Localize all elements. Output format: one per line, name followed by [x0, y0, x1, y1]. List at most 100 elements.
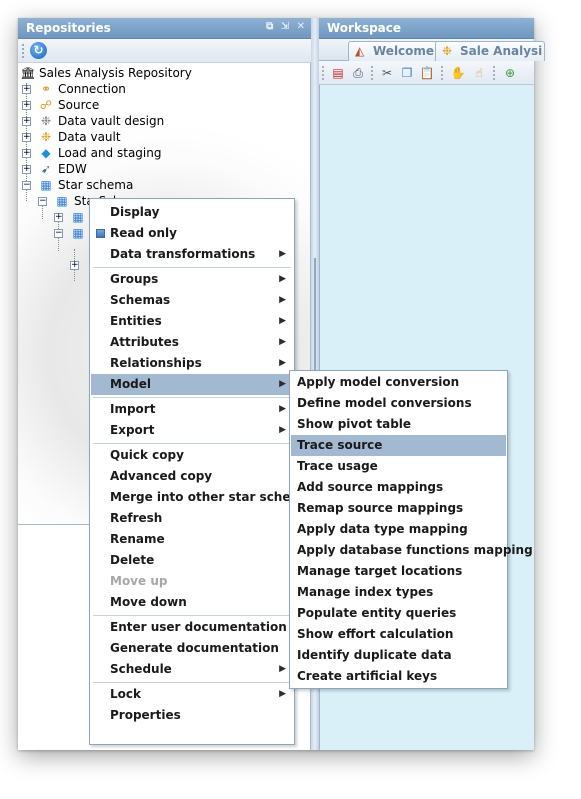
menu-item-properties[interactable]: Properties — [91, 705, 293, 726]
menu-item-label: Create artificial keys — [297, 669, 438, 683]
repositories-toolbar: ↻ — [18, 39, 311, 63]
toolbar-separator — [441, 66, 443, 80]
refresh-icon[interactable]: ↻ — [30, 42, 47, 59]
submenu-arrow-icon: ▶ — [279, 425, 286, 435]
copy-icon[interactable]: ❐ — [399, 65, 415, 81]
menu-item-define-model-conversions[interactable]: Define model conversions — [291, 393, 506, 414]
menu-item-label: Quick copy — [110, 448, 184, 462]
submenu-arrow-icon: ▶ — [279, 664, 286, 674]
expand-toggle[interactable]: + — [22, 133, 31, 142]
context-menu: Display Read only Data transformations ▶ … — [89, 198, 311, 745]
menu-item-trace-source[interactable]: Trace source — [291, 435, 506, 456]
menu-item-show-effort-calculation[interactable]: Show effort calculation — [291, 624, 506, 645]
menu-item-export[interactable]: Export ▶ — [91, 420, 293, 441]
submenu-arrow-icon: ▶ — [279, 689, 286, 699]
collapse-toggle[interactable]: − — [38, 197, 47, 206]
pointer-hand-icon[interactable]: ☝ — [471, 65, 487, 81]
menu-item-manage-index-types[interactable]: Manage index types — [291, 582, 506, 603]
menu-item-apply-model-conversion[interactable]: Apply model conversion — [291, 372, 506, 393]
menu-item-label: Rename — [110, 532, 165, 546]
toolbar-grip[interactable] — [322, 66, 324, 80]
menu-item-show-pivot-table[interactable]: Show pivot table — [291, 414, 506, 435]
menu-item-generate-documentation[interactable]: Generate documentation — [91, 638, 293, 659]
tree-item-star-schema[interactable]: − ▦ Star schema — [20, 177, 300, 193]
print-icon[interactable]: ⎙ — [350, 65, 366, 81]
expand-toggle[interactable]: + — [70, 261, 79, 270]
menu-item-advanced-copy[interactable]: Advanced copy — [91, 466, 293, 487]
menu-item-remap-source-mappings[interactable]: Remap source mappings — [291, 498, 506, 519]
menu-item-data-transformations[interactable]: Data transformations ▶ — [91, 244, 293, 265]
cut-icon[interactable]: ✂ — [379, 65, 395, 81]
menu-item-refresh[interactable]: Refresh — [91, 508, 293, 529]
submenu-arrow-icon: ▶ — [279, 358, 286, 368]
menu-item-entities[interactable]: Entities ▶ — [91, 311, 293, 332]
menu-item-label: Define model conversions — [297, 396, 472, 410]
menu-item-read-only[interactable]: Read only — [91, 223, 293, 244]
version-icon: ▦ — [72, 210, 84, 224]
menu-item-label: Apply model conversion — [297, 375, 460, 389]
menu-item-label: Attributes — [110, 335, 179, 349]
zoom-icon[interactable]: ⊕ — [502, 65, 518, 81]
menu-item-quick-copy[interactable]: Quick copy — [91, 445, 293, 466]
expand-toggle[interactable]: + — [22, 85, 31, 94]
menu-item-manage-target-locations[interactable]: Manage target locations — [291, 561, 506, 582]
menu-item-label: Groups — [110, 272, 159, 286]
tree-item-label: Sales Analysis Repository — [39, 66, 192, 80]
toolbar-separator — [493, 66, 495, 80]
hand-icon[interactable]: ✋ — [450, 65, 466, 81]
panel-window-buttons[interactable]: ⧉ ⇲ ✕ — [266, 21, 307, 32]
menu-item-label: Populate entity queries — [297, 606, 457, 620]
tree-item-load-and-staging[interactable]: + ◆ Load and staging — [20, 145, 300, 161]
menu-item-move-down[interactable]: Move down — [91, 592, 293, 613]
menu-item-create-artificial-keys[interactable]: Create artificial keys — [291, 666, 506, 687]
menu-item-identify-duplicate-data[interactable]: Identify duplicate data — [291, 645, 506, 666]
tree-item-data-vault[interactable]: + ❉ Data vault — [20, 129, 300, 145]
data-vault-icon: ❉ — [40, 130, 52, 144]
tab-welcome[interactable]: ◭ Welcome — [348, 41, 442, 61]
checkbox-icon — [96, 229, 105, 238]
menu-item-merge-into-star-schema[interactable]: Merge into other star schema — [91, 487, 311, 508]
collapse-toggle[interactable]: − — [22, 181, 31, 190]
tree-item-root[interactable]: 🏛 Sales Analysis Repository — [20, 65, 300, 81]
toolbar-grip[interactable] — [22, 44, 24, 58]
workspace-toolbar: ▤ ⎙ ✂ ❐ 📋 ✋ ☝ ⊕ — [319, 61, 534, 85]
source-icon: ☍ — [39, 98, 53, 112]
menu-item-lock[interactable]: Lock ▶ — [91, 684, 293, 705]
menu-item-label: Enter user documentation — [110, 620, 287, 634]
menu-item-model[interactable]: Model ▶ — [91, 374, 293, 395]
menu-item-groups[interactable]: Groups ▶ — [91, 269, 293, 290]
menu-item-display[interactable]: Display — [91, 202, 293, 223]
repositories-title: Repositories — [26, 21, 111, 35]
expand-toggle[interactable]: + — [22, 101, 31, 110]
menu-item-schemas[interactable]: Schemas ▶ — [91, 290, 293, 311]
submenu-arrow-icon: ▶ — [279, 404, 286, 414]
expand-toggle[interactable]: + — [54, 213, 63, 222]
expand-toggle[interactable]: + — [22, 117, 31, 126]
tab-sale-analysis[interactable]: ❉ Sale Analysi — [435, 41, 545, 61]
menu-item-attributes[interactable]: Attributes ▶ — [91, 332, 293, 353]
menu-item-relationships[interactable]: Relationships ▶ — [91, 353, 293, 374]
menu-item-apply-data-type-mapping[interactable]: Apply data type mapping — [291, 519, 506, 540]
menu-item-label: Delete — [110, 553, 155, 567]
pdf-icon[interactable]: ▤ — [330, 65, 346, 81]
paste-icon[interactable]: 📋 — [419, 65, 435, 81]
menu-item-apply-database-functions-mapping[interactable]: Apply database functions mapping — [291, 540, 533, 561]
tree-item-data-vault-design[interactable]: + ❉ Data vault design — [20, 113, 300, 129]
collapse-toggle[interactable]: − — [54, 229, 63, 238]
menu-item-add-source-mappings[interactable]: Add source mappings — [291, 477, 506, 498]
expand-toggle[interactable]: + — [22, 165, 31, 174]
menu-item-import[interactable]: Import ▶ — [91, 399, 293, 420]
menu-item-populate-entity-queries[interactable]: Populate entity queries — [291, 603, 506, 624]
menu-item-enter-user-documentation[interactable]: Enter user documentation — [91, 617, 293, 638]
expand-toggle[interactable]: + — [22, 149, 31, 158]
menu-item-schedule[interactable]: Schedule ▶ — [91, 659, 293, 680]
tree-item-connection[interactable]: + ⚭ Connection — [20, 81, 300, 97]
tree-item-edw[interactable]: + ➹ EDW — [20, 161, 300, 177]
tree-item-source[interactable]: + ☍ Source — [20, 97, 300, 113]
menu-item-rename[interactable]: Rename — [91, 529, 293, 550]
menu-item-delete[interactable]: Delete — [91, 550, 293, 571]
star-schema-icon: ▦ — [56, 194, 68, 208]
menu-item-trace-usage[interactable]: Trace usage — [291, 456, 506, 477]
version-icon: ▦ — [72, 226, 84, 240]
menu-item-label: Lock — [110, 687, 141, 701]
